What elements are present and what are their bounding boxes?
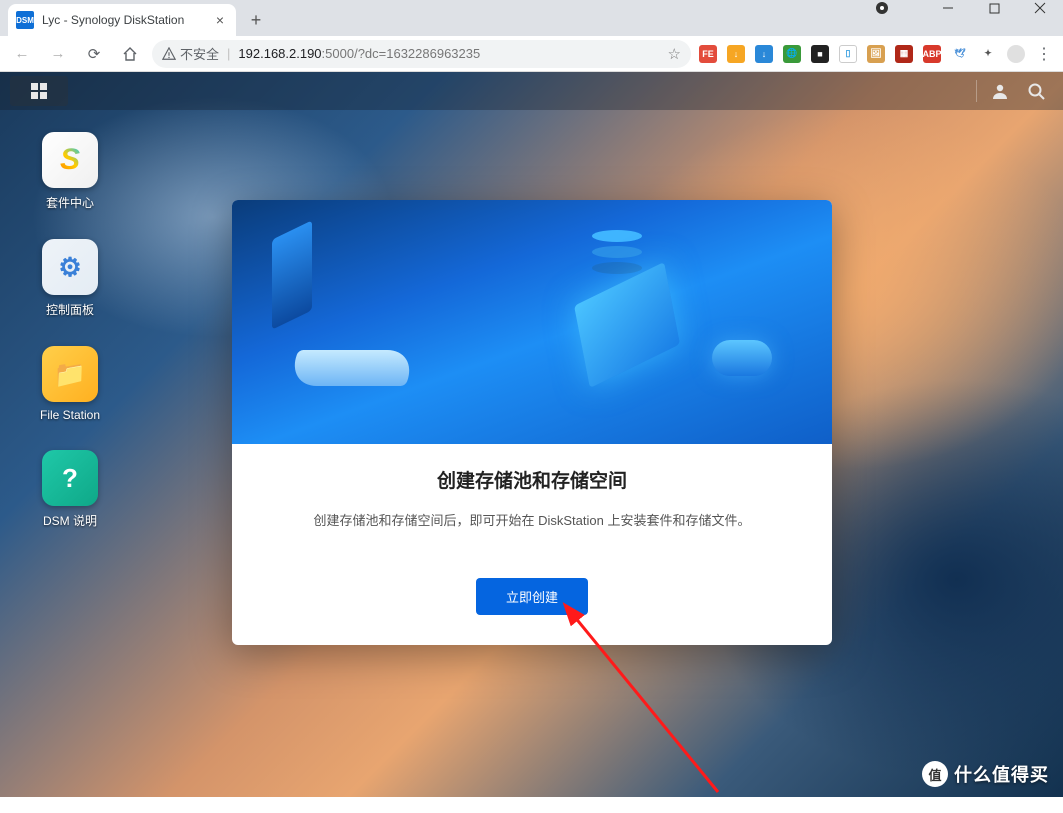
- insecure-label: 不安全: [180, 44, 219, 63]
- apps-grid-icon: [31, 83, 47, 99]
- bookmark-star-icon[interactable]: ☆: [668, 45, 681, 63]
- address-bar[interactable]: 不安全 | 192.168.2.190:5000/?dc=16322869632…: [152, 40, 691, 68]
- file-station[interactable]: 📁 File Station: [28, 346, 112, 422]
- user-menu-button[interactable]: [983, 76, 1017, 106]
- create-now-button[interactable]: 立即创建: [476, 578, 588, 615]
- tab-close-icon[interactable]: ×: [212, 12, 228, 28]
- fe-ext[interactable]: FE: [699, 45, 717, 63]
- package-center-icon: S: [42, 132, 98, 188]
- url-text: 192.168.2.190:5000/?dc=1632286963235: [238, 46, 480, 61]
- watermark-badge: 值: [922, 761, 948, 787]
- bird-ext[interactable]: 🕊: [951, 45, 969, 63]
- dialog-hero-illustration: [232, 200, 832, 444]
- dsm-help[interactable]: ? DSM 说明: [28, 450, 112, 529]
- dsm-taskbar: [0, 72, 1063, 110]
- dsm-help-label: DSM 说明: [43, 512, 97, 529]
- warning-icon: [162, 47, 176, 61]
- dialog-body: 创建存储池和存储空间 创建存储池和存储空间后，即可开始在 DiskStation…: [232, 444, 832, 645]
- card-ext[interactable]: ▯: [839, 45, 857, 63]
- tab-title: Lyc - Synology DiskStation: [42, 13, 204, 27]
- window-minimize-button[interactable]: [925, 0, 971, 24]
- control-panel-icon: ⚙: [42, 239, 98, 295]
- pic-ext[interactable]: 🖼: [867, 45, 885, 63]
- desktop-icons-area: S 套件中心 ⚙ 控制面板 📁 File Station? DSM 说明: [28, 132, 112, 529]
- file-station-label: File Station: [40, 408, 100, 422]
- file-station-icon: 📁: [42, 346, 98, 402]
- watermark-text: 什么值得买: [954, 761, 1049, 787]
- dl1-ext[interactable]: ↓: [727, 45, 745, 63]
- reload-button[interactable]: ⟳: [80, 40, 108, 68]
- package-center-label: 套件中心: [46, 194, 94, 211]
- browser-menu-button[interactable]: ⋮: [1033, 44, 1055, 64]
- control-panel[interactable]: ⚙ 控制面板: [28, 239, 112, 318]
- back-button[interactable]: ←: [8, 40, 36, 68]
- security-indicator[interactable]: 不安全: [162, 44, 219, 63]
- main-menu-button[interactable]: [10, 76, 68, 106]
- dl2-ext[interactable]: ↓: [755, 45, 773, 63]
- extensions-area: FE ↓ ↓ 🌐 ■ ▯ 🖼 ▦ ABP 🕊 ✦: [699, 45, 1025, 63]
- tab-favicon: DSM: [16, 11, 34, 29]
- separator: [976, 80, 977, 102]
- dsm-help-icon: ?: [42, 450, 98, 506]
- puzzle-ext[interactable]: ✦: [979, 45, 997, 63]
- browser-tab-strip: DSM Lyc - Synology DiskStation × +: [0, 0, 1063, 36]
- home-button[interactable]: [116, 40, 144, 68]
- browser-tab[interactable]: DSM Lyc - Synology DiskStation ×: [8, 4, 236, 36]
- window-maximize-button[interactable]: [971, 0, 1017, 24]
- window-close-button[interactable]: [1017, 0, 1063, 24]
- storage-setup-dialog: 创建存储池和存储空间 创建存储池和存储空间后，即可开始在 DiskStation…: [232, 200, 832, 645]
- dialog-description: 创建存储池和存储空间后，即可开始在 DiskStation 上安装套件和存储文件…: [272, 511, 792, 532]
- new-tab-button[interactable]: +: [242, 6, 270, 34]
- incognito-indicator-icon: [859, 0, 905, 24]
- forward-button[interactable]: →: [44, 40, 72, 68]
- browser-toolbar: ← → ⟳ 不安全 | 192.168.2.190:5000/?dc=16322…: [0, 36, 1063, 72]
- search-button[interactable]: [1019, 76, 1053, 106]
- dialog-title: 创建存储池和存储空间: [272, 466, 792, 493]
- dsm-desktop: S 套件中心 ⚙ 控制面板 📁 File Station? DSM 说明 创建存储池和存储空…: [0, 72, 1063, 797]
- profile-ext[interactable]: [1007, 45, 1025, 63]
- globe-ext[interactable]: 🌐: [783, 45, 801, 63]
- red-ext[interactable]: ▦: [895, 45, 913, 63]
- package-center[interactable]: S 套件中心: [28, 132, 112, 211]
- control-panel-label: 控制面板: [46, 301, 94, 318]
- user-icon: [990, 81, 1010, 101]
- watermark: 值 什么值得买: [922, 761, 1049, 787]
- box-ext[interactable]: ■: [811, 45, 829, 63]
- search-icon: [1026, 81, 1046, 101]
- separator: |: [227, 46, 230, 61]
- abp-ext[interactable]: ABP: [923, 45, 941, 63]
